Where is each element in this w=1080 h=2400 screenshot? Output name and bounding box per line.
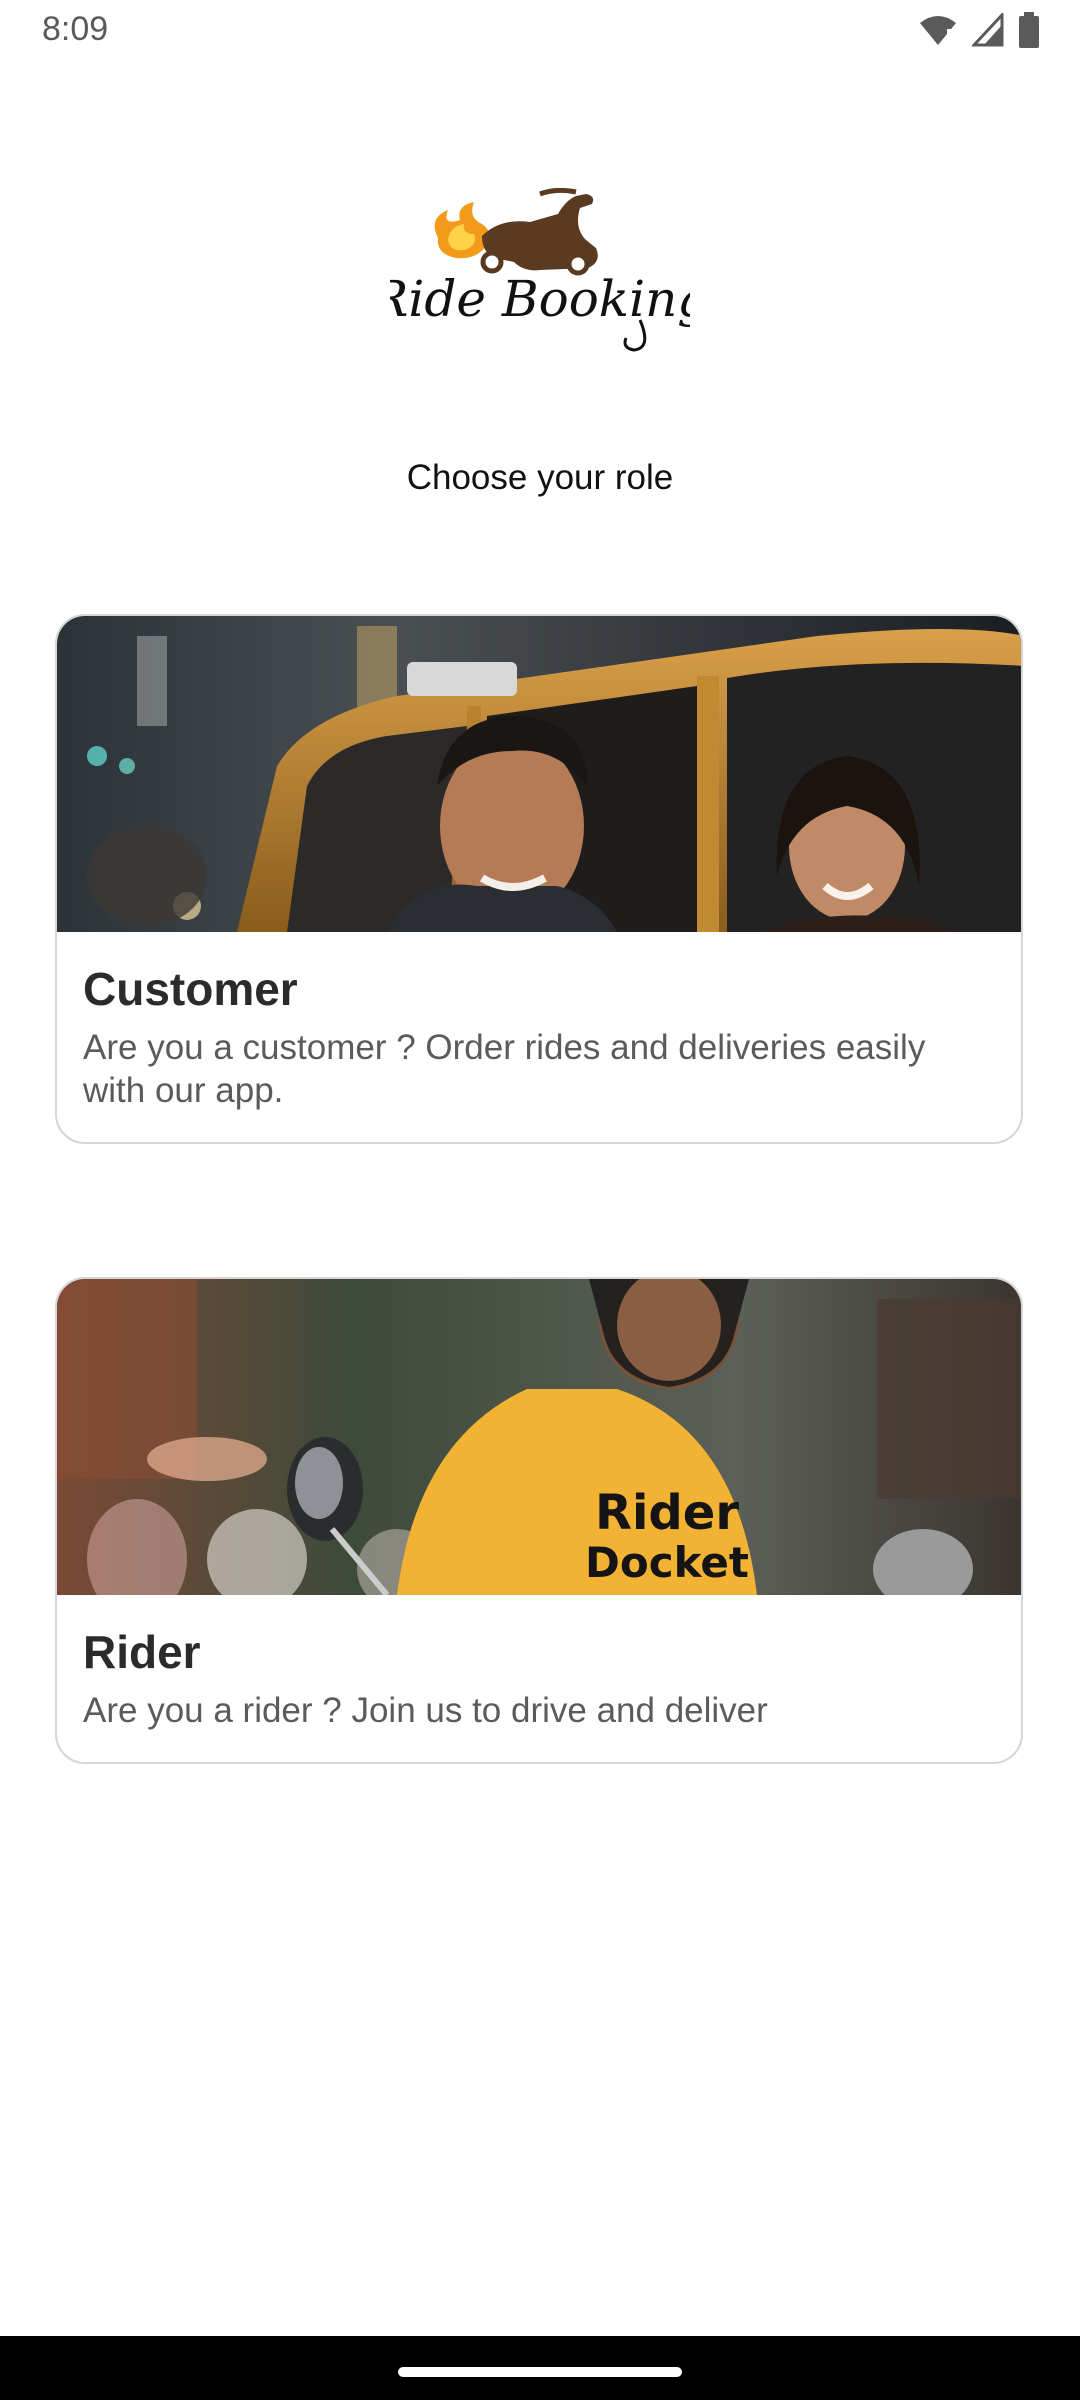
- battery-icon: [1018, 12, 1040, 53]
- rider-role-card[interactable]: Rider Docket Rider Are you a rider ? Joi…: [55, 1277, 1023, 1764]
- customer-role-card[interactable]: Customer Are you a customer ? Order ride…: [55, 614, 1023, 1144]
- status-bar: 8:09: [0, 0, 1080, 62]
- home-gesture-handle[interactable]: [398, 2367, 682, 2377]
- customer-title: Customer: [83, 963, 298, 1015]
- rider-description: Are you a rider ? Join us to drive and d…: [83, 1691, 768, 1730]
- svg-text:Docket: Docket: [585, 1538, 749, 1587]
- rider-image: Rider Docket: [57, 1279, 1021, 1595]
- customer-description: Are you a customer ? Order rides and del…: [83, 1028, 926, 1110]
- status-time: 8:09: [42, 10, 109, 48]
- status-icons: [918, 11, 1040, 53]
- wifi-alert-icon: [918, 13, 958, 52]
- cellular-signal-icon: [970, 11, 1004, 52]
- app-logo: Ride Booking: [370, 187, 709, 358]
- choose-role-heading: Choose your role: [406, 458, 674, 497]
- customer-image: [57, 616, 1021, 932]
- svg-text:Rider: Rider: [595, 1485, 739, 1541]
- rider-title: Rider: [83, 1626, 201, 1678]
- logo-text: Ride Booking: [390, 270, 690, 328]
